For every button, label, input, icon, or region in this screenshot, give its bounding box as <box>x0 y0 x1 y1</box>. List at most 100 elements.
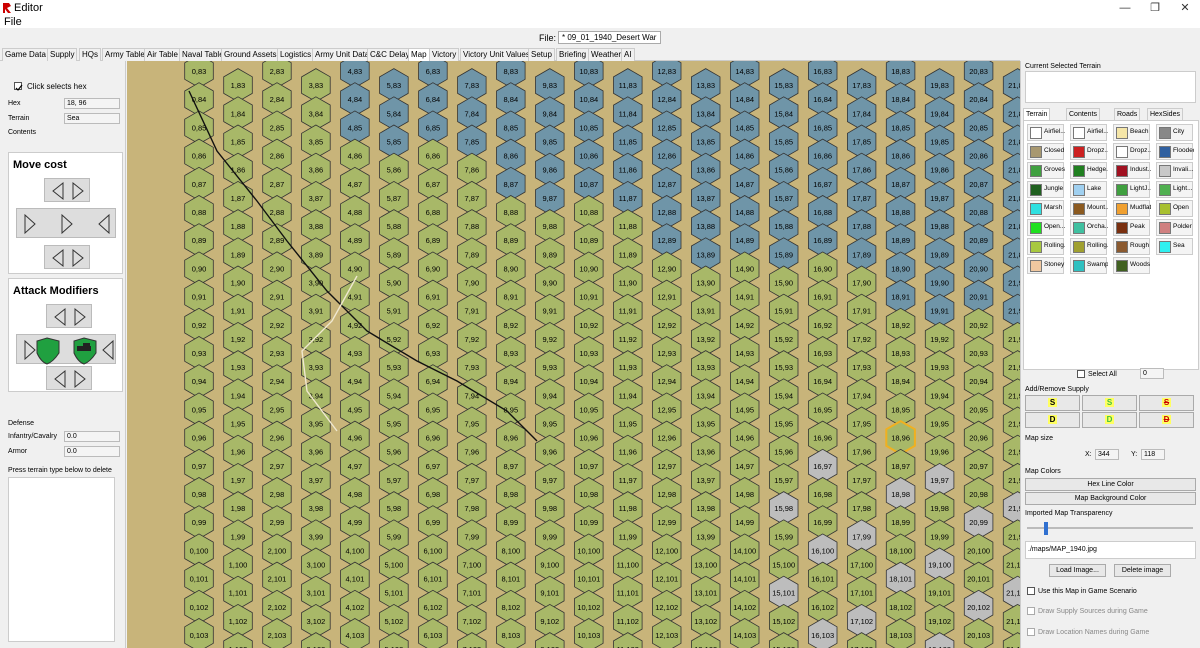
attack-mod-bottom-row[interactable] <box>46 366 92 390</box>
terrain-button-open-[interactable]: Open... <box>1027 219 1065 236</box>
supply-button-4[interactable]: D <box>1025 412 1080 428</box>
terrain-button-peak[interactable]: Peak <box>1113 219 1150 236</box>
transparency-slider[interactable] <box>1043 522 1048 535</box>
hex-coordinate-label: 2,97 <box>270 462 285 471</box>
terrain-button-orcha-[interactable]: Orcha... <box>1070 219 1108 236</box>
terrain-button-airfiel-[interactable]: Airfiel... <box>1070 124 1108 141</box>
supply-letter: D <box>1047 415 1058 424</box>
terrain-button-rough[interactable]: Rough <box>1113 238 1150 255</box>
map-background-color-button[interactable]: Map Background Color <box>1025 492 1196 505</box>
use-map-checkbox[interactable] <box>1027 587 1035 595</box>
supply-button-3[interactable]: S <box>1139 395 1194 411</box>
terrain-button-beach[interactable]: Beach <box>1113 124 1150 141</box>
terrain-button-marsh[interactable]: Marsh <box>1027 200 1064 217</box>
move-cost-middle-row[interactable] <box>16 208 116 238</box>
tab-weather[interactable]: Weather <box>588 48 625 61</box>
tab-supply[interactable]: Supply <box>47 48 78 61</box>
terrain-button-woods[interactable]: Woods <box>1113 257 1150 274</box>
minimize-button[interactable]: — <box>1110 0 1140 16</box>
armor-value-field[interactable]: 0.0 <box>64 446 120 457</box>
terrain-tab-contents[interactable]: Contents <box>1066 108 1101 120</box>
select-all-spinner[interactable]: 0 <box>1140 368 1164 379</box>
hex-map[interactable]: 0,83 0,84 0,85 0,86 0,87 0,88 0,89 0,90 0,91 0,92… <box>127 61 1020 648</box>
terrain-button-sea[interactable]: Sea <box>1156 238 1193 255</box>
terrain-button-city[interactable]: City <box>1156 124 1193 141</box>
maximize-button[interactable]: ❐ <box>1140 0 1170 16</box>
supply-button-2[interactable]: S <box>1082 395 1137 411</box>
hex-coordinate-label: 11,83 <box>619 81 637 90</box>
select-all-checkbox[interactable] <box>1077 370 1085 378</box>
hex-coordinate-label: 19,102 <box>928 617 951 626</box>
terrain-tab-terrain[interactable]: Terrain <box>1023 108 1051 120</box>
menu-file[interactable]: File <box>4 16 22 28</box>
hex-coordinate-label: 5,98 <box>387 504 402 513</box>
terrain-button-light-[interactable]: Light... <box>1156 181 1193 198</box>
terrain-button-invali-[interactable]: Invali... <box>1156 162 1194 179</box>
terrain-delete-list[interactable] <box>8 477 115 642</box>
delete-image-button[interactable]: Delete image <box>1114 564 1171 577</box>
tab-c-c-delay[interactable]: C&C Delay <box>367 48 413 61</box>
tab-map[interactable]: Map <box>408 48 430 61</box>
terrain-button-rolling-[interactable]: Rolling... <box>1027 238 1065 255</box>
tab-game-data[interactable]: Game Data <box>2 48 49 61</box>
tab-logistics[interactable]: Logistics <box>277 48 315 61</box>
click-selects-hex-checkbox[interactable] <box>14 82 23 91</box>
load-image-button[interactable]: Load Image... <box>1049 564 1106 577</box>
terrain-button-mount-[interactable]: Mount... <box>1070 200 1108 217</box>
terrain-button-groves[interactable]: Groves <box>1027 162 1065 179</box>
polder-icon <box>1159 222 1171 234</box>
terrain-button-flooded[interactable]: Flooded <box>1156 143 1194 160</box>
infantry-value-field[interactable]: 0.0 <box>64 431 120 442</box>
tab-hqs[interactable]: HQs <box>79 48 101 61</box>
move-cost-top-row[interactable] <box>44 178 90 202</box>
terrain-button-indust-[interactable]: Indust... <box>1113 162 1151 179</box>
supply-button-1[interactable]: S <box>1025 395 1080 411</box>
terrain-button-jungle[interactable]: Jungle <box>1027 181 1064 198</box>
close-button[interactable]: ✕ <box>1170 0 1200 16</box>
tab-naval-table[interactable]: Naval Table <box>179 48 227 61</box>
map-x-field[interactable]: 344 <box>1095 449 1119 460</box>
terrain-button-lightj-[interactable]: LightJ... <box>1113 181 1151 198</box>
attack-mod-middle-row[interactable] <box>16 334 116 365</box>
tab-army-table[interactable]: Army Table <box>102 48 148 61</box>
supply-button-5[interactable]: D <box>1082 412 1137 428</box>
terrain-tab-roads[interactable]: Roads <box>1114 108 1141 120</box>
tab-briefing[interactable]: Briefing <box>556 48 590 61</box>
hex-line-color-button[interactable]: Hex Line Color <box>1025 478 1196 491</box>
terrain-button-dropz-[interactable]: Dropz... <box>1113 143 1151 160</box>
terrain-button-open[interactable]: Open <box>1156 200 1193 217</box>
tab-setup[interactable]: Setup <box>528 48 555 61</box>
map-y-field[interactable]: 118 <box>1141 449 1165 460</box>
terrain-button-rolling-[interactable]: Rolling... <box>1070 238 1108 255</box>
terrain-button-stoney[interactable]: Stoney <box>1027 257 1064 274</box>
hex-coordinate-label: 12,96 <box>657 434 676 443</box>
tab-victory-unit-values[interactable]: Victory Unit Values <box>460 48 533 61</box>
tab-ai[interactable]: AI <box>621 48 635 61</box>
terrain-button-swamp[interactable]: Swamp <box>1070 257 1108 274</box>
hex-coordinate-label: 5,88 <box>387 222 402 231</box>
hex-coordinate-label: 3,95 <box>309 420 324 429</box>
hex-coordinate-label: 1,101 <box>229 589 248 598</box>
terrain-button-hedge-[interactable]: Hedge... <box>1070 162 1108 179</box>
terrain-button-mudflats[interactable]: Mudflats <box>1113 200 1151 217</box>
terrain-tab-hexsides[interactable]: HexSides <box>1147 108 1183 120</box>
draw-location-checkbox[interactable] <box>1027 628 1035 636</box>
tab-army-unit-data[interactable]: Army Unit Data <box>312 48 373 61</box>
hex-coordinate-label: 11,93 <box>619 363 637 372</box>
tab-air-table[interactable]: Air Table <box>144 48 181 61</box>
tab-ground-assets[interactable]: Ground Assets <box>221 48 280 61</box>
draw-supply-checkbox[interactable] <box>1027 607 1035 615</box>
terrain-button-lake[interactable]: Lake <box>1070 181 1107 198</box>
terrain-button-dropz-[interactable]: Dropz... <box>1070 143 1108 160</box>
terrain-button-airfiel-[interactable]: Airfiel... <box>1027 124 1065 141</box>
terrain-button-polder[interactable]: Polder <box>1156 219 1193 236</box>
hex-coordinate-label: 18,85 <box>891 123 910 132</box>
armor-label: Armor <box>8 448 28 455</box>
tab-victory[interactable]: Victory <box>429 48 460 61</box>
file-name-field[interactable]: * 09_01_1940_Desert War <box>558 31 661 44</box>
terrain-button-closed[interactable]: Closed <box>1027 143 1064 160</box>
supply-button-6[interactable]: D <box>1139 412 1194 428</box>
attack-mod-top-row[interactable] <box>46 304 92 328</box>
hex-map-canvas[interactable]: 0,830,840,850,860,870,880,890,900,910,92… <box>127 61 1020 648</box>
move-cost-bottom-row[interactable] <box>44 245 90 269</box>
